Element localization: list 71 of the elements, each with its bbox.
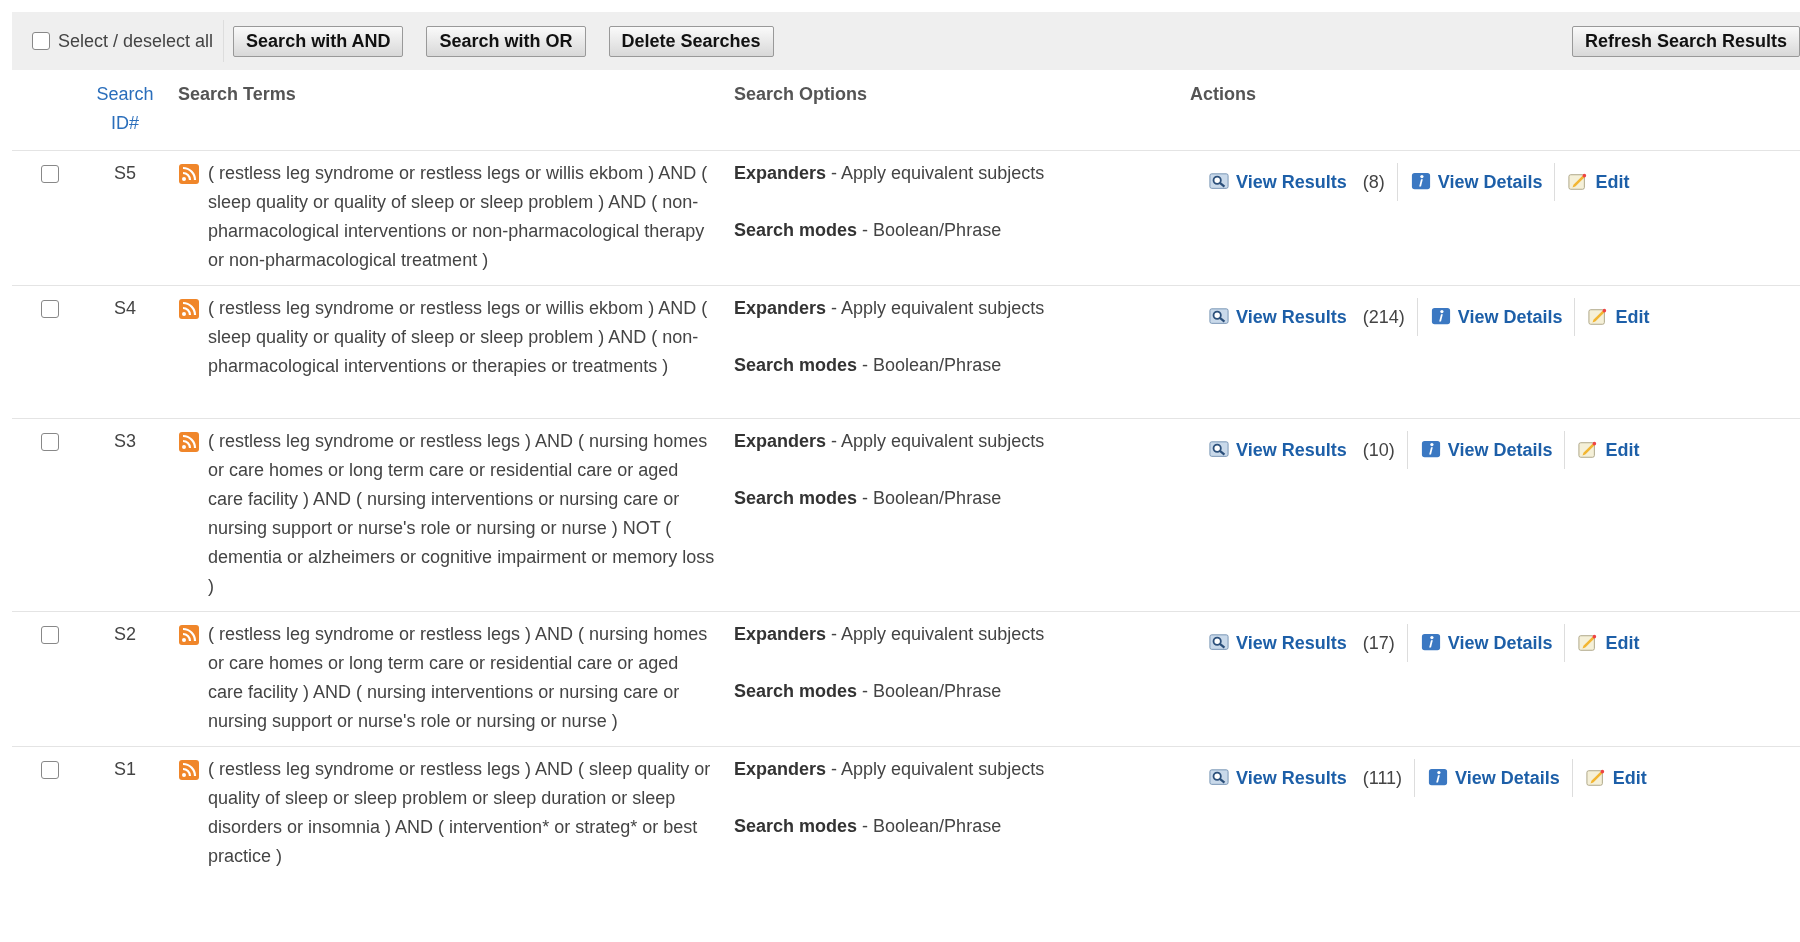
search-id: S5 [80,150,170,286]
search-option: Expanders - Apply equivalent subjects [734,620,1174,649]
search-terms: ( restless leg syndrome or restless legs ) AND ( nursing homes or care homes or long term care or residential care or aged care facility ) AND ( nursing interventions or nursing care or nursing support or nurse's role or nursing or nurse ) NOT ( dementia or alzheimers or cognitive impairment or memory loss ) [208,430,716,598]
column-header: Search Terms [170,70,726,151]
checkbox[interactable] [41,165,59,183]
edit-link[interactable]: Edit [1612,763,1647,793]
search-button[interactable]: Delete Searches [608,25,774,57]
view-details-link[interactable]: View Details [1447,435,1553,465]
checkbox[interactable] [41,761,59,779]
refresh-button[interactable]: Refresh Search Results [1571,25,1800,57]
column-header: Actions [1182,70,1800,151]
select-all-label: Select / deselect all [58,30,214,52]
view-results-link[interactable]: View Results [1236,167,1347,197]
checkbox[interactable] [41,626,59,644]
edit-link[interactable]: Edit [1595,167,1630,197]
result-count: (8) [1362,170,1385,194]
info-icon [1419,440,1442,460]
view-results-link[interactable]: View Results [1236,435,1347,465]
rss-icon [178,431,200,453]
magnifier-icon [1208,307,1230,327]
search-id: S1 [80,746,170,881]
view-results-link[interactable]: View Results [1236,302,1347,332]
edit-link[interactable]: Edit [1605,435,1640,465]
checkbox[interactable] [32,32,50,50]
magnifier-icon [1208,172,1230,192]
search-button[interactable]: Search with AND [233,25,404,57]
result-count: (214) [1362,305,1405,329]
search-option: Search modes - Boolean/Phrase [734,677,1174,706]
view-details-link[interactable]: View Details [1455,763,1560,793]
view-details-link[interactable]: View Details [1457,302,1563,332]
search-id: S4 [80,285,170,419]
search-terms: ( restless leg syndrome or restless legs ) AND ( nursing homes or care homes or long term care or residential care or aged care facility ) AND ( nursing interventions or nursing care or nursing support or nurse's role or nursing or nurse ) [208,623,709,733]
info-icon [1427,768,1450,788]
result-count: (17) [1362,631,1395,655]
search-option: Expanders - Apply equivalent subjects [734,427,1174,456]
search-option: Expanders - Apply equivalent subjects [734,159,1174,188]
rss-icon [178,624,200,646]
checkbox[interactable] [41,300,59,318]
view-details-link[interactable]: View Details [1437,167,1543,197]
view-results-link[interactable]: View Results [1236,628,1347,658]
column-header[interactable]: Search ID# [80,70,170,151]
column-header: Search Options [726,70,1182,151]
magnifier-icon [1208,768,1230,788]
magnifier-icon [1208,440,1230,460]
search-option: Search modes - Boolean/Phrase [734,216,1174,245]
result-count: (10) [1362,438,1395,462]
rss-icon [178,298,200,320]
search-terms: ( restless leg syndrome or restless legs or willis ekbom ) AND ( sleep quality or quality of sleep or sleep problem ) AND ( non-pharmacological interventions or therapies or treatments ) [208,297,709,378]
view-details-link[interactable]: View Details [1447,628,1553,658]
search-button[interactable]: Search with OR [426,25,586,57]
info-icon [1409,172,1432,192]
result-count: (111) [1362,766,1403,790]
rss-icon [178,163,200,185]
search-id: S3 [80,418,170,612]
search-terms: ( restless leg syndrome or restless legs or willis ekbom ) AND ( sleep quality or quality of sleep or sleep problem ) AND ( non-pharmacological interventions or non-pharmacological therapy or non-pharmacological treatment ) [208,162,709,272]
info-icon [1429,307,1452,327]
checkbox[interactable] [41,433,59,451]
search-option: Expanders - Apply equivalent subjects [734,755,1174,784]
search-id: S2 [80,611,170,747]
magnifier-icon [1208,633,1230,653]
search-option: Search modes - Boolean/Phrase [734,812,1174,841]
search-option: Search modes - Boolean/Phrase [734,484,1174,513]
edit-link[interactable]: Edit [1605,628,1640,658]
search-option: Expanders - Apply equivalent subjects [734,294,1174,323]
edit-link[interactable]: Edit [1615,302,1650,332]
pencil-note-icon [1584,768,1607,788]
rss-icon [178,759,200,781]
search-terms: ( restless leg syndrome or restless legs ) AND ( sleep quality or quality of sleep or sleep problem or sleep duration or sleep disorders or insomnia ) AND ( intervention* or strateg* or best practice ) [208,758,712,868]
search-option: Search modes - Boolean/Phrase [734,351,1174,380]
view-results-link[interactable]: View Results [1236,763,1347,793]
info-icon [1419,633,1442,653]
